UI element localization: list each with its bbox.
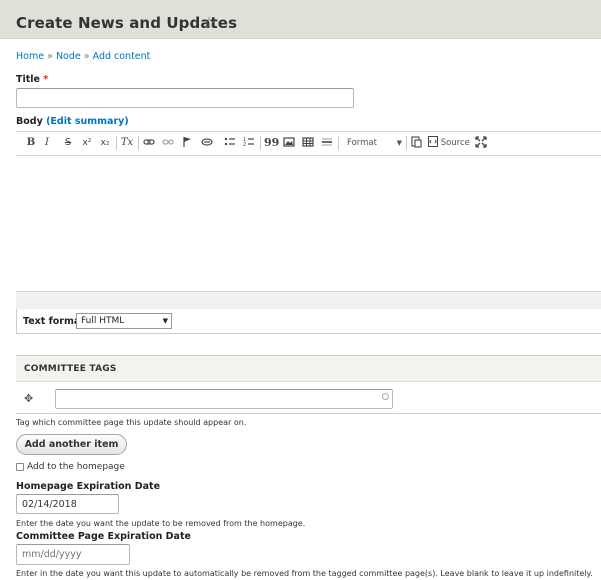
body-editor-area[interactable] bbox=[16, 156, 601, 291]
strike-button[interactable]: S bbox=[61, 136, 75, 150]
remove-format-button[interactable]: Tx bbox=[120, 136, 134, 150]
add-to-homepage-checkbox[interactable] bbox=[16, 463, 24, 471]
breadcrumb-add-content[interactable]: Add content bbox=[93, 51, 151, 62]
breadcrumb: Home » Node » Add content bbox=[16, 51, 150, 62]
toolbar-separator bbox=[138, 136, 139, 150]
add-another-item-button[interactable]: Add another item bbox=[16, 434, 127, 455]
subscript-button[interactable]: x₂ bbox=[98, 136, 112, 150]
homepage-expiration-description: Enter the date you want the update to be… bbox=[16, 519, 306, 528]
italic-button[interactable]: I bbox=[40, 136, 54, 150]
committee-expiration-label: Committee Page Expiration Date bbox=[16, 531, 191, 542]
horizontal-line-icon[interactable] bbox=[320, 136, 334, 150]
homepage-expiration-input[interactable] bbox=[16, 494, 119, 514]
homepage-expiration-label: Homepage Expiration Date bbox=[16, 481, 161, 492]
committee-expiration-input[interactable] bbox=[16, 544, 130, 565]
chevron-down-icon: ▼ bbox=[396, 139, 402, 147]
image-icon[interactable] bbox=[282, 136, 296, 150]
committee-tags-fieldset: COMMITTEE TAGS ✥ bbox=[16, 355, 601, 414]
committee-tag-input-wrap bbox=[55, 389, 393, 409]
format-dropdown[interactable]: Format ▼ bbox=[342, 136, 404, 150]
toolbar-separator bbox=[338, 136, 339, 150]
text-format-selected: Full HTML bbox=[81, 316, 125, 326]
body-editor: B I S x² x₂ Tx 12 99 Format ▼ Source bbox=[16, 131, 601, 311]
bold-button[interactable]: B bbox=[24, 136, 38, 150]
add-to-homepage-label[interactable]: Add to the homepage bbox=[27, 462, 125, 472]
star-icon[interactable]: ☆ bbox=[202, 15, 216, 31]
committee-tags-description: Tag which committee page this update sho… bbox=[16, 418, 247, 427]
unlink-icon[interactable] bbox=[161, 136, 175, 150]
link-icon[interactable] bbox=[142, 136, 156, 150]
drag-handle-icon[interactable]: ✥ bbox=[24, 392, 33, 405]
svg-text:2: 2 bbox=[243, 142, 246, 148]
editor-status-bar bbox=[16, 291, 601, 311]
source-icon bbox=[428, 136, 438, 147]
breadcrumb-node[interactable]: Node bbox=[56, 51, 81, 62]
committee-expiration-description: Enter in the date you want this update t… bbox=[16, 569, 593, 578]
paste-from-word-icon[interactable] bbox=[409, 136, 423, 150]
body-label: Body (Edit summary) bbox=[16, 116, 129, 127]
title-label-text: Title bbox=[16, 74, 40, 85]
committee-tag-input[interactable] bbox=[55, 389, 393, 409]
toolbar-separator bbox=[116, 136, 117, 150]
bulleted-list-icon[interactable] bbox=[223, 136, 237, 150]
toolbar-separator bbox=[406, 136, 407, 150]
format-dropdown-label: Format bbox=[347, 138, 377, 148]
blockquote-button[interactable]: 99 bbox=[264, 136, 279, 150]
committee-tags-title: COMMITTEE TAGS bbox=[24, 364, 117, 374]
breadcrumb-separator: » bbox=[83, 51, 90, 62]
maximize-icon[interactable] bbox=[474, 136, 488, 150]
text-format-select[interactable]: Full HTML ▼ bbox=[76, 313, 172, 329]
numbered-list-icon[interactable]: 12 bbox=[242, 136, 256, 150]
autocomplete-throbber-icon bbox=[382, 393, 389, 400]
title-input[interactable] bbox=[16, 88, 354, 108]
editor-toolbar: B I S x² x₂ Tx 12 99 Format ▼ Source bbox=[16, 132, 601, 156]
text-format-wrapper: Text format Full HTML ▼ bbox=[16, 309, 601, 334]
source-button[interactable]: Source bbox=[428, 136, 470, 150]
edit-summary-link[interactable]: Edit summary bbox=[50, 116, 124, 127]
table-icon[interactable] bbox=[301, 136, 315, 150]
body-label-text: Body bbox=[16, 116, 43, 127]
breadcrumb-separator: » bbox=[47, 51, 53, 62]
embed-link-icon[interactable] bbox=[200, 136, 214, 150]
title-label: Title * bbox=[16, 74, 48, 85]
superscript-button[interactable]: x² bbox=[80, 136, 94, 150]
source-label: Source bbox=[440, 138, 470, 148]
required-marker: * bbox=[43, 74, 49, 85]
breadcrumb-home[interactable]: Home bbox=[16, 51, 44, 62]
anchor-flag-icon[interactable] bbox=[180, 136, 194, 150]
chevron-down-icon: ▼ bbox=[162, 317, 168, 325]
page-header: Create News and Updates ☆ bbox=[0, 0, 601, 39]
committee-tags-header: COMMITTEE TAGS bbox=[16, 356, 601, 382]
toolbar-separator bbox=[260, 136, 261, 150]
edit-summary-paren: ) bbox=[124, 116, 129, 127]
